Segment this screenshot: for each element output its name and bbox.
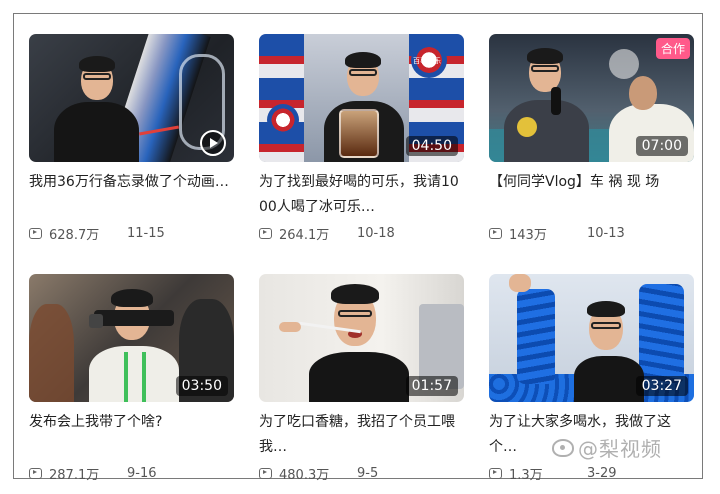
video-meta: 143万 10-13 xyxy=(489,225,694,243)
collaboration-badge: 合作 xyxy=(655,38,690,59)
video-card[interactable]: 我用36万行备忘录做了个动画… 628.7万 11-15 xyxy=(29,34,234,243)
publish-date: 9-5 xyxy=(357,465,379,481)
view-count: 480.3万 xyxy=(279,467,330,483)
video-duration: 03:27 xyxy=(635,376,688,396)
video-title[interactable]: 发布会上我带了个啥? xyxy=(29,410,234,460)
video-title[interactable]: 为了找到最好喝的可乐，我请1000人喝了冰可乐… xyxy=(259,170,464,220)
replay-icon[interactable] xyxy=(200,130,226,156)
view-count: 143万 xyxy=(509,227,547,243)
watermark: @梨视频 xyxy=(552,433,662,462)
view-count: 1.3万 xyxy=(509,467,543,483)
publish-date: 10-13 xyxy=(587,225,625,241)
video-title[interactable]: 我用36万行备忘录做了个动画… xyxy=(29,170,234,220)
weibo-icon xyxy=(552,438,574,457)
video-thumbnail[interactable]: 百事可乐 04:50 xyxy=(259,34,464,162)
video-duration: 01:57 xyxy=(405,376,458,396)
video-card[interactable]: 合作 07:00 【何同学Vlog】车 祸 现 场 143万 10-13 xyxy=(489,34,694,243)
play-count-icon xyxy=(259,227,272,239)
video-duration: 07:00 xyxy=(635,136,688,156)
cola-can-label: 百事可乐 xyxy=(413,57,441,65)
video-card[interactable]: 01:57 为了吃口香糖，我招了个员工喂我… 480.3万 9-5 xyxy=(259,274,464,483)
video-thumbnail[interactable]: 01:57 xyxy=(259,274,464,402)
video-thumbnail[interactable]: 03:27 xyxy=(489,274,694,402)
video-meta: 480.3万 9-5 xyxy=(259,465,464,483)
video-title[interactable]: 【何同学Vlog】车 祸 现 场 xyxy=(489,170,694,220)
video-thumbnail[interactable]: 合作 07:00 xyxy=(489,34,694,162)
view-count: 628.7万 xyxy=(49,227,100,243)
play-count-icon xyxy=(489,467,502,479)
video-title[interactable]: 为了吃口香糖，我招了个员工喂我… xyxy=(259,410,464,460)
publish-date: 3-29 xyxy=(587,465,617,481)
play-count-icon xyxy=(29,227,42,239)
video-thumbnail[interactable] xyxy=(29,34,234,162)
video-card[interactable]: 百事可乐 04:50 为了找到最好喝的可乐，我请1000人喝了冰可乐… 264.… xyxy=(259,34,464,243)
video-meta: 1.3万 3-29 xyxy=(489,465,694,483)
play-count-icon xyxy=(29,467,42,479)
video-meta: 628.7万 11-15 xyxy=(29,225,234,243)
view-count: 264.1万 xyxy=(279,227,330,243)
video-thumbnail[interactable]: 03:50 xyxy=(29,274,234,402)
view-count: 287.1万 xyxy=(49,467,100,483)
watermark-text: @梨视频 xyxy=(578,437,662,461)
play-count-icon xyxy=(489,227,502,239)
video-meta: 287.1万 9-16 xyxy=(29,465,234,483)
video-meta: 264.1万 10-18 xyxy=(259,225,464,243)
video-duration: 04:50 xyxy=(405,136,458,156)
publish-date: 10-18 xyxy=(357,225,395,241)
video-grid: 我用36万行备忘录做了个动画… 628.7万 11-15 百事可乐 04:50 … xyxy=(13,13,703,483)
video-card[interactable]: 03:50 发布会上我带了个啥? 287.1万 9-16 xyxy=(29,274,234,483)
play-count-icon xyxy=(259,467,272,479)
publish-date: 11-15 xyxy=(127,225,165,241)
video-duration: 03:50 xyxy=(175,376,228,396)
publish-date: 9-16 xyxy=(127,465,157,481)
